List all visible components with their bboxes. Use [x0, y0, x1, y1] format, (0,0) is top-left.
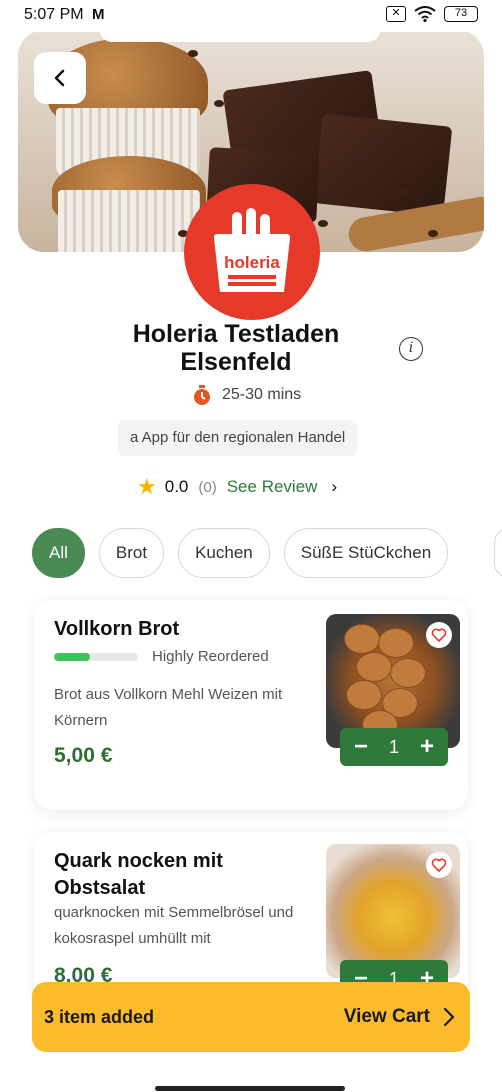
category-chip-all[interactable]: All	[32, 528, 85, 578]
view-cart-button[interactable]: View Cart	[344, 1006, 456, 1028]
back-button[interactable]	[34, 52, 86, 104]
product-image	[326, 844, 460, 978]
info-icon[interactable]: i	[399, 337, 423, 361]
heart-icon	[431, 858, 447, 872]
timer-icon	[194, 385, 210, 405]
product-title: Vollkorn Brot	[54, 618, 180, 640]
status-bar: 5:07 PM M ✕ 73	[0, 0, 502, 32]
quantity-stepper: − 1 +	[340, 728, 448, 766]
home-indicator	[155, 1086, 345, 1091]
product-card[interactable]: Vollkorn Brot Highly Reordered Brot aus …	[34, 600, 468, 810]
cart-item-count: 3 item added	[44, 1006, 155, 1027]
store-logo: holeria	[184, 184, 320, 320]
see-review-link[interactable]: See Review	[227, 477, 318, 497]
store-name: Holeria Testladen Elsenfeld	[132, 320, 340, 376]
category-chip-suesse-stueckchen[interactable]: SüßE StüCkchen	[283, 528, 449, 578]
quantity-value: 1	[388, 736, 399, 757]
review-count: (0)	[198, 478, 217, 496]
logo-text: holeria	[224, 253, 280, 272]
product-price: 5,00 €	[54, 744, 113, 767]
status-time: 5:07 PM	[24, 6, 84, 23]
delivery-time: 25-30 mins	[191, 384, 301, 406]
view-cart-bar[interactable]: 3 item added View Cart	[32, 982, 470, 1052]
favorite-button[interactable]	[426, 852, 452, 878]
category-chips: All Brot Kuchen SüßE StüCkchen	[32, 528, 449, 578]
favorite-button[interactable]	[426, 622, 452, 648]
gmail-icon: M	[92, 6, 105, 23]
view-cart-label: View Cart	[343, 1006, 430, 1027]
chevron-right-icon[interactable]: ›	[331, 477, 337, 497]
rating-value: 0.0	[164, 477, 189, 496]
category-chip-brot[interactable]: Brot	[98, 528, 165, 578]
increase-button[interactable]: +	[416, 733, 438, 761]
reorder-label: Highly Reordered	[152, 648, 269, 665]
reorder-bar-fill	[54, 652, 91, 661]
rating-row: ★ 0.0 (0) See Review ›	[137, 474, 337, 500]
star-icon: ★	[137, 474, 157, 499]
basket-logo-icon: holeria	[214, 208, 290, 292]
delivery-time-text: 25-30 mins	[222, 386, 302, 403]
wifi-icon	[414, 6, 436, 22]
category-chip-more[interactable]	[494, 528, 502, 578]
decrease-button[interactable]: −	[350, 733, 372, 761]
heart-icon	[431, 628, 447, 642]
product-title: Quark nocken mit Obstsalat	[54, 850, 223, 899]
status-icons: ✕ 73	[386, 6, 478, 22]
product-description: quarknocken mit Semmelbrösel und kokosra…	[54, 904, 294, 947]
battery-icon: 73	[444, 6, 478, 22]
chevron-left-icon	[54, 69, 65, 87]
reorder-indicator: Highly Reordered	[54, 648, 269, 665]
reorder-bar	[54, 652, 138, 661]
sim-off-icon: ✕	[386, 6, 406, 22]
category-chip-kuchen[interactable]: Kuchen	[178, 528, 270, 578]
product-card[interactable]: Quark nocken mit Obstsalat quarknocken m…	[34, 832, 468, 1002]
chevron-right-icon	[443, 1007, 455, 1027]
product-description: Brot aus Vollkorn Mehl Weizen mit Körner…	[54, 686, 283, 729]
store-tagline: a App für den regionalen Handel	[118, 420, 358, 456]
